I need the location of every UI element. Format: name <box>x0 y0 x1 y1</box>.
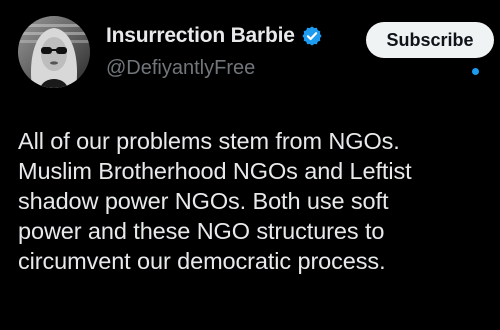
post-text-line: circumvent our democratic process. <box>18 248 386 274</box>
verified-badge-icon <box>301 25 323 47</box>
author-name-row[interactable]: Insurrection Barbie <box>106 24 323 48</box>
author-handle[interactable]: @DefiyantlyFree <box>106 57 255 80</box>
avatar-image <box>18 16 90 88</box>
post-text-line: power and these NGO structures to <box>18 218 385 244</box>
author-display-name[interactable]: Insurrection Barbie <box>106 24 295 48</box>
subscribe-button[interactable]: Subscribe <box>366 22 494 58</box>
post-text-line: shadow power NGOs. Both use soft <box>18 188 389 214</box>
unread-indicator-dot <box>472 68 479 75</box>
post-card: Insurrection Barbie @DefiyantlyFree Subs… <box>0 0 500 330</box>
post-text: All of our problems stem from NGOs. Musl… <box>18 126 492 276</box>
avatar[interactable] <box>18 16 90 88</box>
post-text-line: Muslim Brotherhood NGOs and Leftist <box>18 158 412 184</box>
post-text-line: All of our problems stem from NGOs. <box>18 128 400 154</box>
